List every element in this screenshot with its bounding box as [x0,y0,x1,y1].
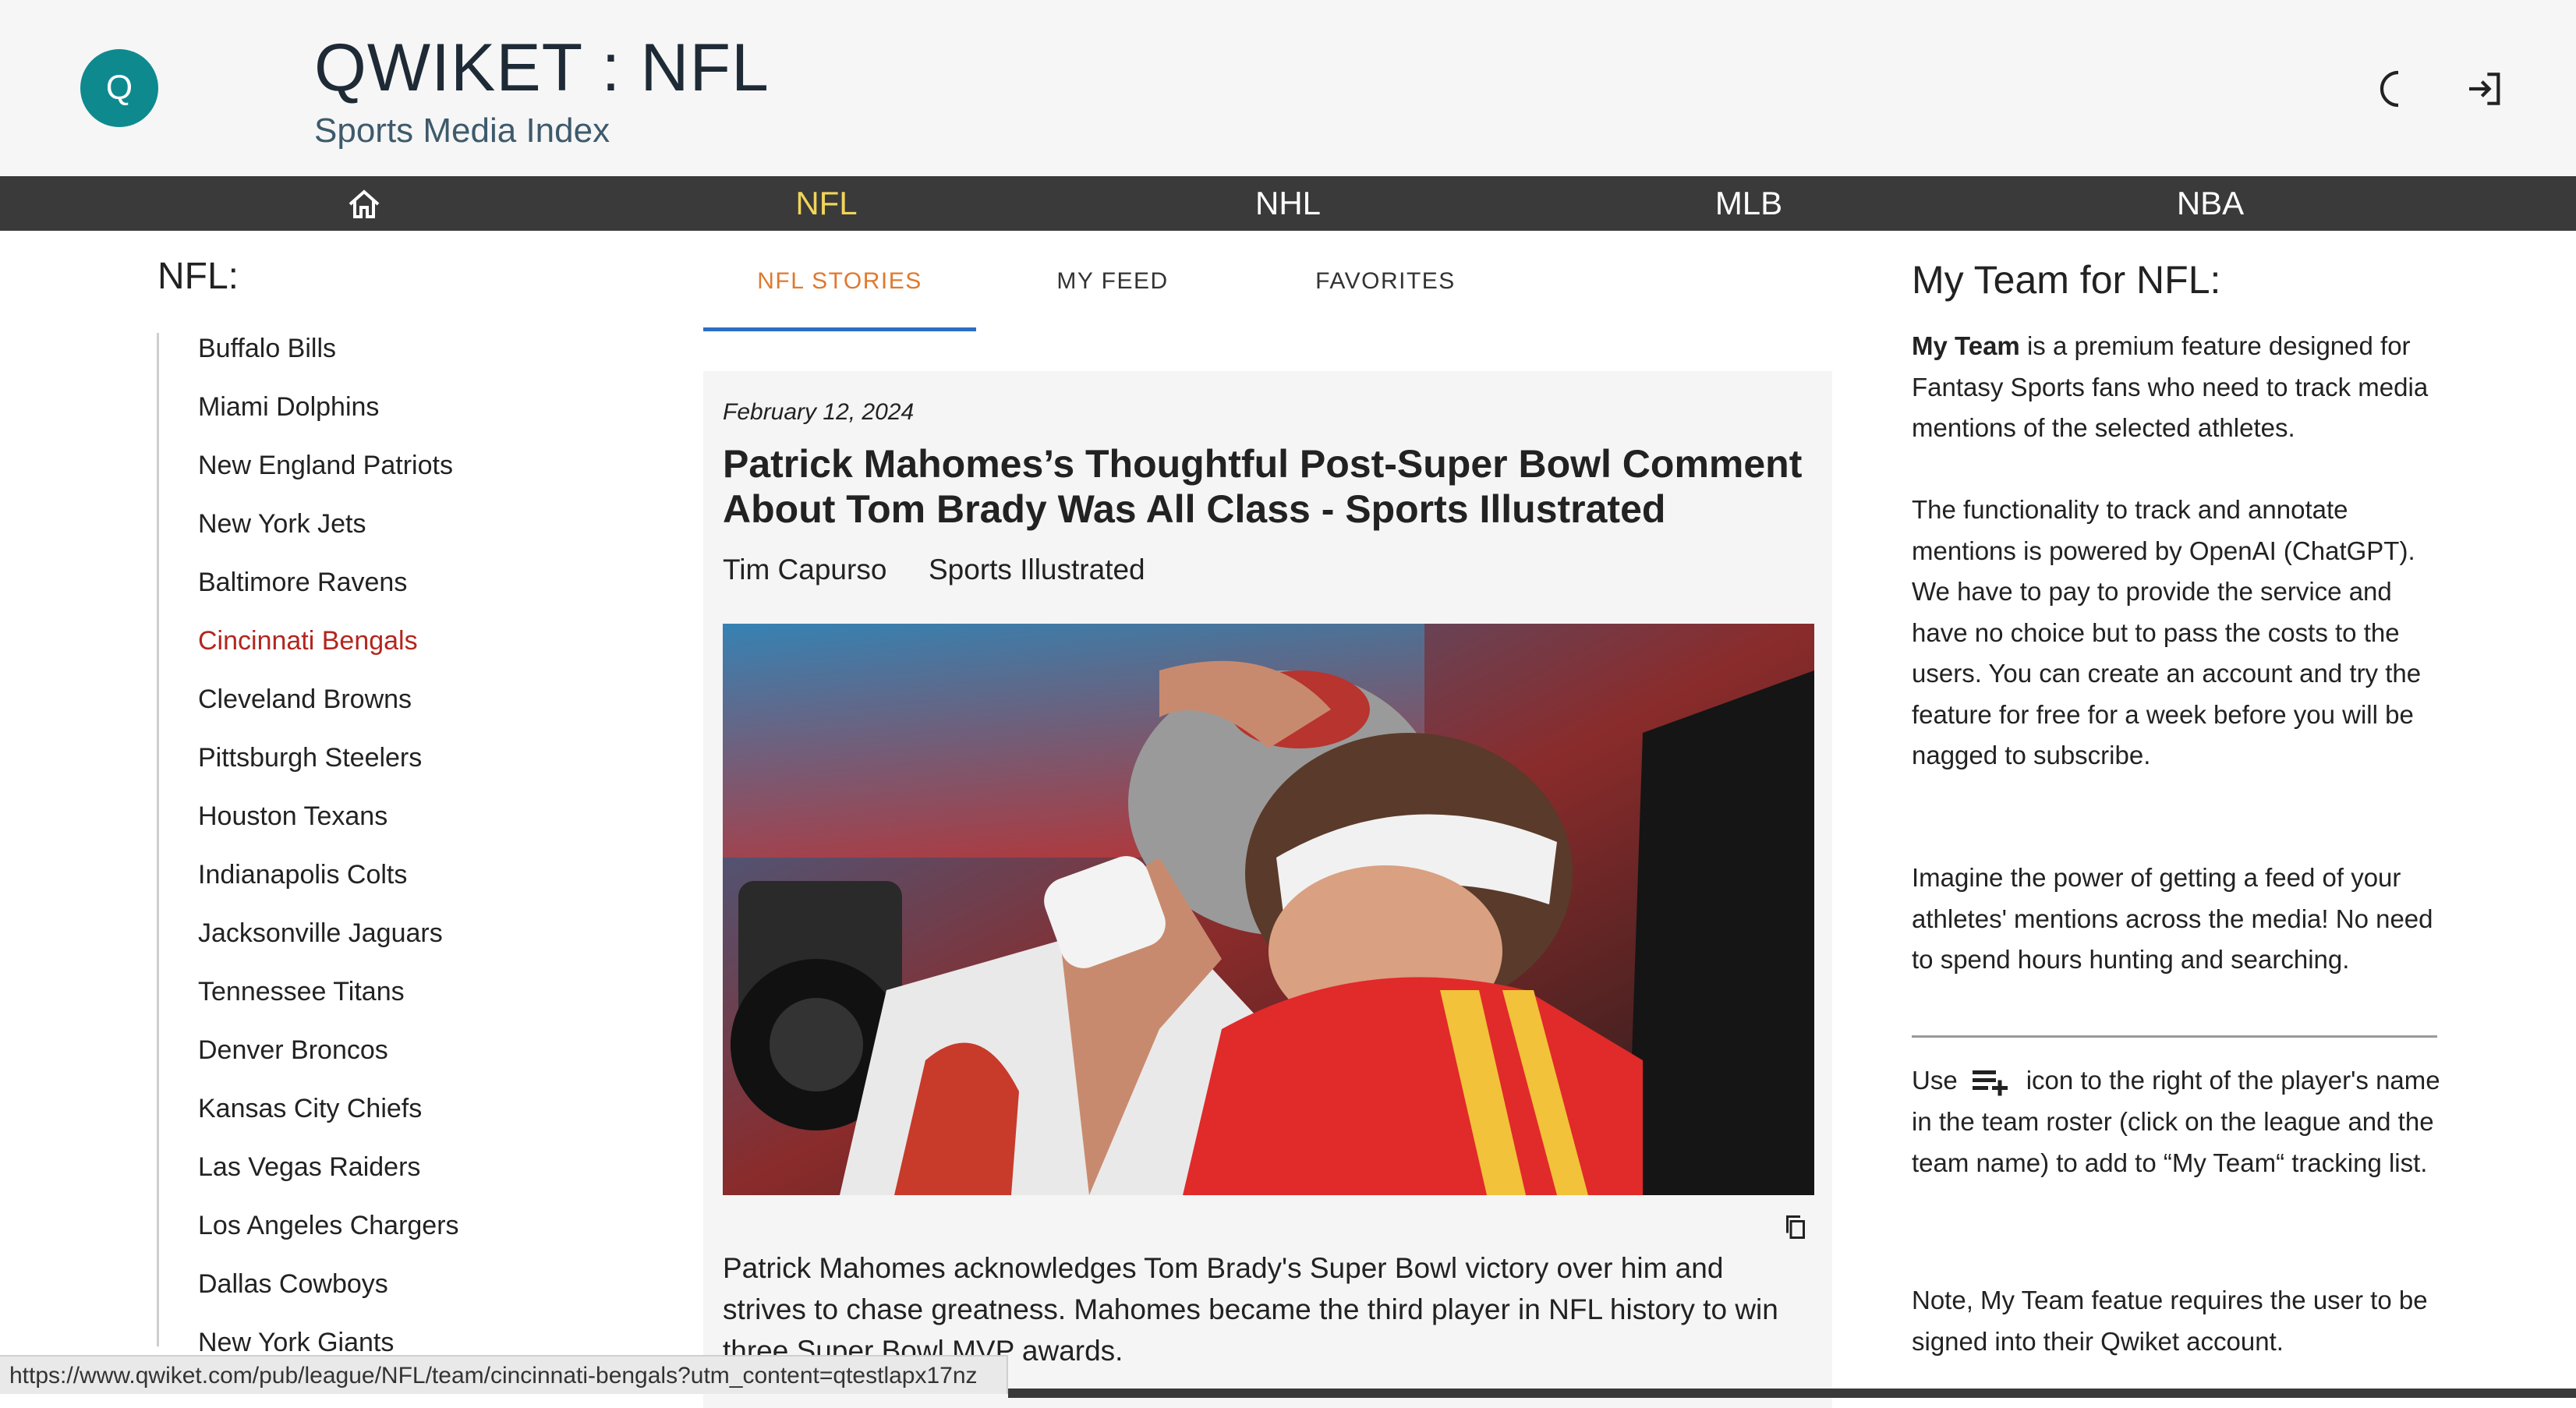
my-team-title: My Team for NFL: [1912,258,2221,302]
team-item[interactable]: Tennessee Titans [198,972,459,1031]
nav-mlb[interactable]: MLB [1715,176,1782,231]
tab-nfl-stories[interactable]: NFL STORIES [703,268,976,331]
team-item[interactable]: Cleveland Browns [198,680,459,738]
team-item[interactable]: Miami Dolphins [198,387,459,446]
my-team-intro: My Team is a premium feature designed fo… [1912,326,2450,449]
dark-mode-icon[interactable] [2376,67,2420,111]
team-item[interactable]: New England Patriots [198,446,459,504]
site-title[interactable]: QWIKET : NFL [314,30,770,107]
team-item[interactable]: New York Jets [198,504,459,563]
bottom-edge [1008,1389,2576,1398]
team-item[interactable]: Las Vegas Raiders [198,1148,459,1206]
my-team-bold: My Team [1912,331,2020,360]
site-header: Q QWIKET : NFL Sports Media Index [0,0,2576,176]
team-item[interactable]: Pittsburgh Steelers [198,738,459,797]
story-photo-illustration [723,624,1814,1195]
home-icon[interactable] [345,187,383,221]
playlist-add-icon [1972,1070,2008,1096]
team-item[interactable]: Denver Broncos [198,1031,459,1089]
team-item[interactable]: Indianapolis Colts [198,855,459,914]
nav-nhl[interactable]: NHL [1255,176,1321,231]
team-item[interactable]: Baltimore Ravens [198,563,459,621]
story-author: Tim Capurso [723,554,887,585]
team-list: Buffalo Bills Miami Dolphins New England… [198,329,459,1381]
login-icon[interactable] [2464,67,2507,111]
league-title: NFL: [157,256,239,297]
team-list-divider [157,333,159,1346]
story-headline[interactable]: Patrick Mahomes’s Thoughtful Post-Super … [723,441,1822,532]
team-item[interactable]: Jacksonville Jaguars [198,914,459,972]
site-logo[interactable]: Q [80,49,158,127]
nav-nba[interactable]: NBA [2177,176,2244,231]
logo-letter: Q [105,69,133,107]
league-nav: NFL NHL MLB NBA [0,176,2576,231]
my-team-howto: Use icon to the right of the player's na… [1912,1060,2450,1183]
team-item[interactable]: Los Angeles Chargers [198,1206,459,1265]
copy-icon[interactable] [1782,1213,1810,1241]
my-team-pitch-text: Imagine the power of getting a feed of y… [1912,863,2433,974]
tab-favorites[interactable]: FAVORITES [1249,268,1522,331]
status-bar-url: https://www.qwiket.com/pub/league/NFL/te… [0,1355,1008,1394]
team-item[interactable]: Houston Texans [198,797,459,855]
nav-nfl[interactable]: NFL [795,176,857,231]
team-item[interactable]: Dallas Cowboys [198,1265,459,1323]
team-item[interactable]: Buffalo Bills [198,329,459,387]
team-item-active[interactable]: Cincinnati Bengals [198,621,459,680]
story-source[interactable]: Sports Illustrated [929,554,1145,586]
team-item[interactable]: Kansas City Chiefs [198,1089,459,1148]
story-date: February 12, 2024 [723,399,915,425]
story-summary: Patrick Mahomes acknowledges Tom Brady's… [723,1252,1778,1367]
my-team-pricing-text: The functionality to track and annotate … [1912,495,2422,769]
howto-use-word: Use [1912,1066,1958,1095]
active-tab-indicator [703,327,976,331]
story-image[interactable] [723,624,1814,1195]
right-divider [1912,1035,2437,1038]
my-team-note: Note, My Team featue requires the user t… [1912,1286,2428,1356]
tab-my-feed[interactable]: MY FEED [976,268,1249,331]
site-subtitle: Sports Media Index [314,111,610,150]
